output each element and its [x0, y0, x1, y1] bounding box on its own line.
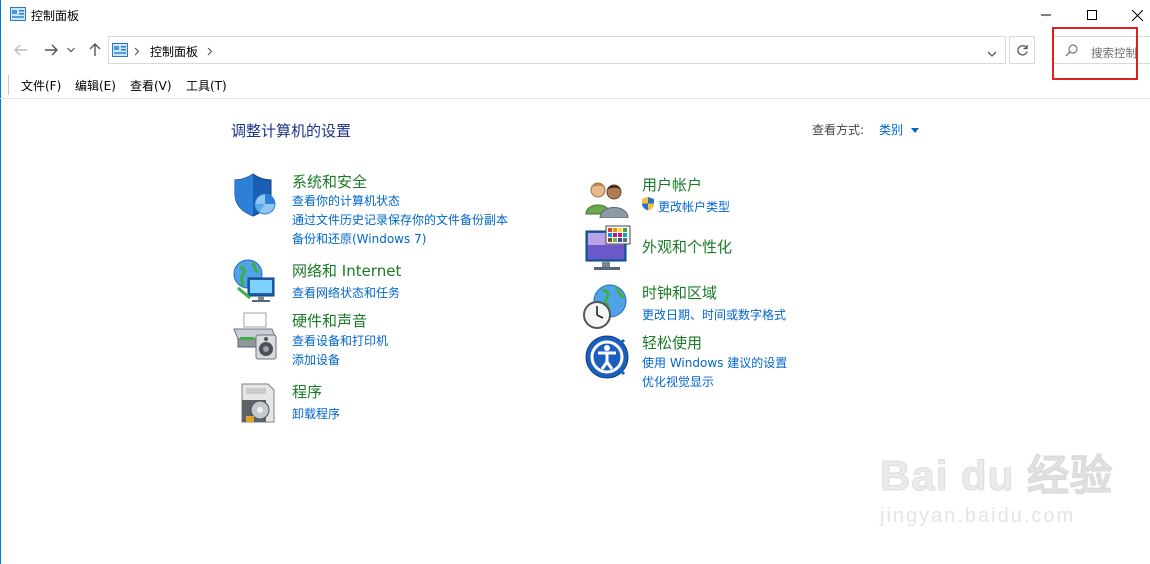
back-arrow-icon — [14, 44, 27, 56]
view-by-dropdown[interactable]: 类别 — [879, 121, 919, 138]
up-button[interactable] — [84, 38, 106, 62]
programs-icon[interactable] — [238, 380, 278, 429]
forward-button[interactable] — [40, 38, 62, 62]
shield-icon[interactable] — [233, 172, 277, 221]
appearance-monitor-icon[interactable] — [584, 225, 632, 276]
category-user-accounts[interactable]: 用户帐户 — [642, 174, 702, 195]
view-by-label: 查看方式: — [812, 123, 865, 137]
control-panel-icon — [112, 43, 128, 60]
category-ease-of-access[interactable]: 轻松使用 — [642, 332, 702, 353]
category-system-security[interactable]: 系统和安全 — [292, 171, 367, 192]
link-optimize-visual-display[interactable]: 优化视觉显示 — [642, 373, 714, 390]
minimize-icon — [1041, 14, 1051, 16]
link-network-status[interactable]: 查看网络状态和任务 — [292, 284, 400, 301]
refresh-button[interactable] — [1009, 36, 1035, 64]
breadcrumb-control-panel[interactable]: 控制面板 — [150, 43, 198, 60]
breadcrumb-separator-icon — [134, 45, 140, 59]
baidu-jingyan-watermark: Bai du 经验 jingyan.baidu.com — [879, 442, 1114, 528]
page-title: 调整计算机的设置 — [231, 122, 352, 140]
close-button[interactable] — [1114, 0, 1150, 30]
watermark-url: jingyan.baidu.com — [880, 505, 1076, 527]
printer-speaker-icon[interactable] — [232, 311, 280, 364]
menu-file[interactable]: 文件(F) — [21, 77, 61, 94]
view-by-value[interactable]: 类别 — [879, 123, 903, 137]
breadcrumb-chevron-icon[interactable] — [207, 45, 213, 59]
menu-grip — [8, 75, 9, 95]
link-change-date-time[interactable]: 更改日期、时间或数字格式 — [642, 306, 786, 323]
uac-shield-icon — [641, 196, 655, 214]
link-backup-restore[interactable]: 备份和还原(Windows 7) — [292, 230, 426, 247]
link-add-device[interactable]: 添加设备 — [292, 351, 340, 368]
up-arrow-icon — [89, 43, 101, 56]
link-uninstall-program[interactable]: 卸载程序 — [292, 405, 340, 422]
menu-view[interactable]: 查看(V) — [130, 77, 172, 94]
window-title: 控制面板 — [31, 9, 80, 23]
category-appearance[interactable]: 外观和个性化 — [642, 236, 732, 257]
address-bar[interactable]: 控制面板 — [108, 36, 1006, 64]
back-button[interactable] — [10, 38, 32, 62]
category-hardware-sound[interactable]: 硬件和声音 — [292, 310, 367, 331]
divider — [0, 98, 1150, 99]
address-history-dropdown-icon[interactable] — [987, 47, 997, 61]
control-panel-app-icon — [10, 7, 26, 24]
dropdown-triangle-icon — [910, 128, 919, 133]
clock-globe-icon[interactable] — [582, 283, 630, 334]
maximize-icon — [1087, 10, 1097, 20]
category-clock-region[interactable]: 时钟和区域 — [642, 282, 717, 303]
close-icon — [1131, 9, 1143, 21]
menu-bar: 文件(F) 编辑(E) 查看(V) 工具(T) — [0, 72, 1150, 98]
maximize-button[interactable] — [1069, 0, 1115, 30]
forward-arrow-icon — [45, 44, 58, 56]
network-globe-icon[interactable] — [232, 258, 278, 307]
link-change-account-type[interactable]: 更改帐户类型 — [658, 198, 730, 215]
link-file-history-backup[interactable]: 通过文件历史记录保存你的文件备份副本 — [292, 211, 508, 228]
link-windows-recommended-settings[interactable]: 使用 Windows 建议的设置 — [642, 354, 787, 371]
recent-locations-button[interactable] — [64, 38, 78, 62]
ease-of-access-icon[interactable] — [584, 334, 630, 383]
menu-edit[interactable]: 编辑(E) — [75, 77, 116, 94]
watermark-brand: Bai du 经验 — [879, 452, 1114, 500]
minimize-button[interactable] — [1023, 0, 1069, 30]
link-view-computer-status[interactable]: 查看你的计算机状态 — [292, 192, 400, 209]
category-programs[interactable]: 程序 — [292, 381, 322, 402]
link-devices-printers[interactable]: 查看设备和打印机 — [292, 332, 388, 349]
category-network-internet[interactable]: 网络和 Internet — [292, 260, 401, 281]
chevron-down-icon — [67, 47, 75, 53]
user-accounts-icon[interactable] — [584, 178, 630, 221]
menu-tools[interactable]: 工具(T) — [186, 77, 227, 94]
refresh-icon — [1016, 44, 1028, 56]
title-bar: 控制面板 — [0, 0, 1150, 30]
